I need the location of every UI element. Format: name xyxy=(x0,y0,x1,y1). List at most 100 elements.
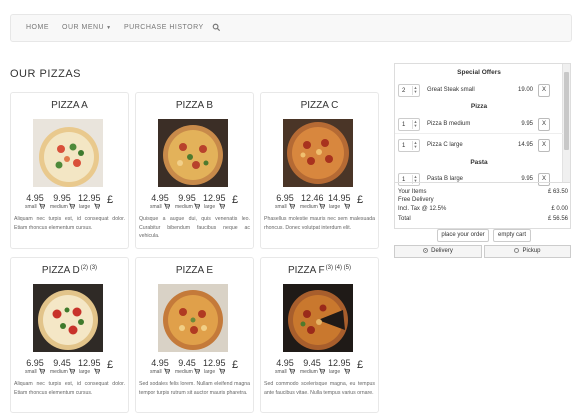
price-large: 12.95 xyxy=(203,358,226,368)
pizza-heading: Pizza xyxy=(470,103,488,110)
quantity-stepper[interactable]: 1 ▲ ▼ xyxy=(398,118,420,131)
add-medium-cart-icon[interactable] xyxy=(319,203,325,209)
pizza-image xyxy=(158,284,228,352)
order-item-name: Great Steak small xyxy=(427,87,475,93)
nav-purchase-history[interactable]: PURCHASE HISTORY xyxy=(124,24,204,31)
order-item-row: 2 ▲ ▼ Great Steak small 19.00 X xyxy=(395,81,563,101)
pizza-description: Sed commodo scelerisque magna, eu tempus… xyxy=(264,381,375,396)
add-medium-cart-icon[interactable] xyxy=(69,368,75,374)
nav-home[interactable]: HOME xyxy=(26,24,49,31)
add-large-cart-icon[interactable] xyxy=(94,368,100,374)
quantity-stepper[interactable]: 2 ▲ ▼ xyxy=(398,84,420,97)
order-panel: Special Offers 2 ▲ ▼ Great Steak small 19.… xyxy=(394,63,571,229)
order-item-row: 1 ▲ ▼ Pizza B medium 9.95 X xyxy=(395,115,563,135)
add-small-cart-icon[interactable] xyxy=(164,203,170,209)
size-large-label: large xyxy=(204,204,216,210)
order-item-price: 14.95 xyxy=(517,142,533,148)
place-order-button[interactable]: place your order xyxy=(437,229,489,242)
delivery-option[interactable]: Delivery xyxy=(394,245,482,258)
scrollbar-thumb[interactable] xyxy=(564,72,569,150)
pasta-heading: Pasta xyxy=(470,159,488,166)
order-item-row: 1 ▲ ▼ Pasta B large 9.95 X xyxy=(395,170,563,190)
empty-cart-button[interactable]: empty cart xyxy=(493,229,531,242)
total-line: Total £ 56.56 xyxy=(398,216,570,224)
add-large-cart-icon[interactable] xyxy=(94,203,100,209)
order-scrollbar[interactable] xyxy=(562,64,570,182)
tax-label: Incl. Tax @ 12.5% xyxy=(398,206,447,212)
add-medium-cart-icon[interactable] xyxy=(69,203,75,209)
quantity-stepper[interactable]: 1 ▲ ▼ xyxy=(398,139,420,152)
pizza-description: Quisque a augue dui, quis venenatis leo.… xyxy=(139,216,250,240)
page-title: OUR PIZZAS xyxy=(10,68,82,80)
add-large-cart-icon[interactable] xyxy=(219,368,225,374)
add-small-cart-icon[interactable] xyxy=(289,368,295,374)
size-small-label: small xyxy=(150,369,162,375)
size-large-label: large xyxy=(204,369,216,375)
add-small-cart-icon[interactable] xyxy=(289,203,295,209)
price-medium: 9.95 xyxy=(53,193,71,203)
spin-icon[interactable]: ▲ ▼ xyxy=(412,141,418,150)
order-item-name: Pizza B medium xyxy=(427,121,471,127)
currency-symbol: £ xyxy=(357,359,364,371)
pizza-card: PIZZA D(2) (3) 6.95 9.45 12.95 £ small m… xyxy=(10,257,129,413)
remove-item-button[interactable]: X xyxy=(538,139,550,152)
size-medium-label: medium xyxy=(175,369,193,375)
pizza-image xyxy=(283,284,353,352)
pizza-name: PIZZA B xyxy=(175,100,214,111)
free-delivery-line: Free Delivery xyxy=(398,197,570,205)
caret-down-icon: ▼ xyxy=(106,25,112,31)
add-medium-cart-icon[interactable] xyxy=(194,203,200,209)
pizza-name: PIZZA D xyxy=(41,265,80,276)
quantity-stepper[interactable]: 1 ▲ ▼ xyxy=(398,173,420,186)
free-delivery-label: Free Delivery xyxy=(398,197,434,203)
currency-symbol: £ xyxy=(232,194,239,206)
spin-icon[interactable]: ▲ ▼ xyxy=(412,120,418,129)
price-small: 4.95 xyxy=(26,193,44,203)
tax-value: £ 0.00 xyxy=(551,206,568,212)
size-large-label: large xyxy=(79,369,91,375)
size-large-label: large xyxy=(329,369,341,375)
add-large-cart-icon[interactable] xyxy=(219,203,225,209)
add-small-cart-icon[interactable] xyxy=(39,203,45,209)
size-large-label: large xyxy=(329,204,341,210)
totals-divider xyxy=(395,182,570,183)
total-value: £ 56.56 xyxy=(547,216,568,222)
currency-symbol: £ xyxy=(107,194,114,206)
pizza-image xyxy=(33,119,103,187)
total-label: Total xyxy=(398,216,411,222)
price-large: 14.95 xyxy=(328,193,351,203)
remove-item-button[interactable]: X xyxy=(538,84,550,97)
size-medium-label: medium xyxy=(300,369,318,375)
pizza-name: PIZZA C xyxy=(300,100,339,111)
add-large-cart-icon[interactable] xyxy=(344,203,350,209)
size-medium-label: medium xyxy=(50,369,68,375)
pickup-option[interactable]: Pickup xyxy=(484,245,571,258)
your-items-value: £ 63.50 xyxy=(547,189,568,195)
price-large: 12.95 xyxy=(203,193,226,203)
price-medium: 12.46 xyxy=(301,193,324,203)
row-divider xyxy=(395,133,563,134)
price-large: 12.95 xyxy=(78,193,101,203)
allergen-footnote: (2) (3) xyxy=(80,265,98,271)
pizza-name: PIZZA E xyxy=(175,265,214,276)
price-small: 4.95 xyxy=(151,358,169,368)
pizza-card: PIZZA B 4.95 9.95 12.95 £ small medium l… xyxy=(135,92,254,249)
currency-symbol: £ xyxy=(357,194,364,206)
add-small-cart-icon[interactable] xyxy=(164,368,170,374)
search-icon[interactable] xyxy=(212,23,221,32)
order-item-row: 1 ▲ ▼ Pizza C large 14.95 X xyxy=(395,133,563,156)
add-medium-cart-icon[interactable] xyxy=(319,368,325,374)
add-medium-cart-icon[interactable] xyxy=(194,368,200,374)
add-large-cart-icon[interactable] xyxy=(344,368,350,374)
spin-icon[interactable]: ▲ ▼ xyxy=(412,86,418,95)
currency-symbol: £ xyxy=(232,359,239,371)
quantity-value: 1 xyxy=(402,122,406,128)
remove-item-button[interactable]: X xyxy=(538,118,550,131)
nav-our-menu[interactable]: OUR MENU ▼ xyxy=(62,24,112,31)
special-offers-heading: Special Offers xyxy=(457,69,501,76)
price-medium: 9.95 xyxy=(178,193,196,203)
price-medium: 9.45 xyxy=(178,358,196,368)
size-large-label: large xyxy=(79,204,91,210)
remove-item-button[interactable]: X xyxy=(538,173,550,186)
add-small-cart-icon[interactable] xyxy=(39,368,45,374)
